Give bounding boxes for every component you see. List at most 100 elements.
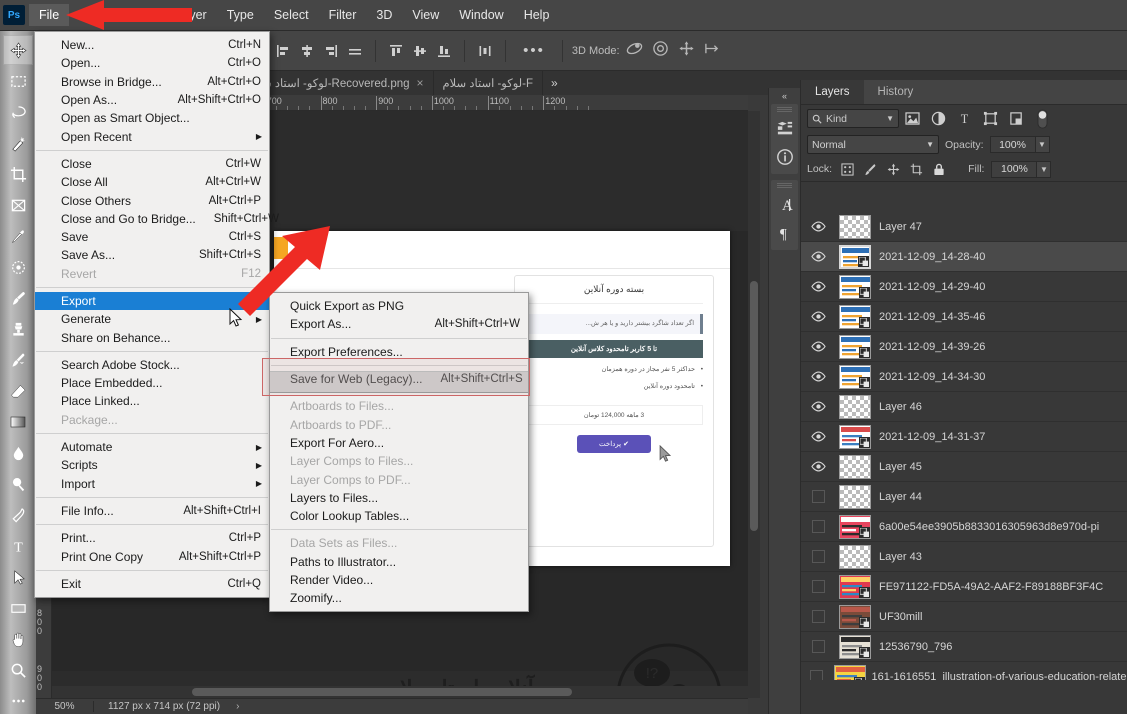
- panel-group-grip[interactable]: [777, 107, 792, 112]
- layer-row[interactable]: Layer 45: [801, 452, 1127, 482]
- layer-thumbnail[interactable]: [835, 274, 875, 299]
- layer-row[interactable]: 2021-12-09_14-31-37: [801, 422, 1127, 452]
- layer-row[interactable]: Layer 44: [801, 482, 1127, 512]
- layer-visibility-toggle[interactable]: [801, 311, 835, 322]
- export-menu-item-color-lookup-tables[interactable]: Color Lookup Tables...: [270, 507, 528, 525]
- layer-row[interactable]: 161-1616551_illustration-of-various-educ…: [801, 662, 1127, 680]
- layer-thumbnail[interactable]: [835, 214, 875, 239]
- panel-group-grip[interactable]: [777, 183, 792, 188]
- lock-nesting-icon[interactable]: [908, 161, 924, 177]
- type-tool[interactable]: T: [3, 531, 33, 561]
- distribute-spacing-icon[interactable]: [474, 40, 496, 62]
- character-panel-icon[interactable]: A: [771, 191, 798, 219]
- file-menu-item-close-all[interactable]: Close All Alt+Ctrl+W: [35, 173, 269, 191]
- layer-row[interactable]: 6a00e54ee3905b8833016305963d8e970d-pi: [801, 512, 1127, 542]
- dodge-tool[interactable]: [3, 469, 33, 499]
- layer-row[interactable]: 12536790_796: [801, 632, 1127, 662]
- eye-icon-off[interactable]: [811, 550, 825, 563]
- layer-name[interactable]: Layer 43: [875, 551, 922, 563]
- file-menu-item-close-others[interactable]: Close Others Alt+Ctrl+P: [35, 191, 269, 209]
- info-panel-icon[interactable]: [771, 143, 798, 171]
- eye-icon-off[interactable]: [811, 640, 825, 653]
- file-menu-item-open[interactable]: Open... Ctrl+O: [35, 54, 269, 72]
- filter-type-icon[interactable]: T: [951, 109, 977, 129]
- layer-name[interactable]: 2021-12-09_14-35-46: [875, 311, 985, 323]
- layer-visibility-toggle[interactable]: [801, 670, 832, 680]
- lock-position-icon[interactable]: [885, 161, 901, 177]
- menu-file[interactable]: File: [29, 3, 70, 27]
- hand-tool[interactable]: [3, 624, 33, 654]
- layer-row[interactable]: 2021-12-09_14-35-46: [801, 302, 1127, 332]
- layer-name[interactable]: 12536790_796: [875, 641, 952, 653]
- edit-toolbar-icon[interactable]: [3, 686, 33, 714]
- eyedropper-tool[interactable]: [3, 221, 33, 251]
- align-top-edges-icon[interactable]: [385, 40, 407, 62]
- marquee-tool[interactable]: [3, 66, 33, 96]
- properties-panel-icon[interactable]: [771, 115, 798, 143]
- align-right-edges-icon[interactable]: [320, 40, 342, 62]
- file-menu-item-close[interactable]: Close Ctrl+W: [35, 155, 269, 173]
- layer-visibility-toggle[interactable]: [801, 461, 835, 472]
- zoom-tool[interactable]: [3, 655, 33, 685]
- layer-thumbnail[interactable]: [835, 634, 875, 659]
- menu-help[interactable]: Help: [514, 4, 560, 27]
- layer-visibility-toggle[interactable]: [801, 371, 835, 382]
- file-menu-item-save[interactable]: Save Ctrl+S: [35, 228, 269, 246]
- layer-name[interactable]: Layer 44: [875, 491, 922, 503]
- export-menu-item-zoomify[interactable]: Zoomify...: [270, 589, 528, 607]
- chevron-down-icon[interactable]: ▼: [926, 140, 934, 149]
- file-menu-item-place-embedded[interactable]: Place Embedded...: [35, 374, 269, 392]
- layer-thumbnail[interactable]: [832, 664, 868, 680]
- layer-row[interactable]: 2021-12-09_14-29-40: [801, 272, 1127, 302]
- file-menu-item-share-on-behance[interactable]: Share on Behance...: [35, 328, 269, 346]
- file-menu-item-close-and-go-to-bridge[interactable]: Close and Go to Bridge... Shift+Ctrl+W: [35, 210, 279, 228]
- menu-select[interactable]: Select: [264, 4, 319, 27]
- file-menu-item-print-one-copy[interactable]: Print One Copy Alt+Shift+Ctrl+P: [35, 547, 269, 565]
- frame-tool[interactable]: [3, 190, 33, 220]
- opacity-stepper-chevron-icon[interactable]: ▼: [1035, 136, 1050, 153]
- file-menu-item-save-as[interactable]: Save As... Shift+Ctrl+S: [35, 246, 269, 264]
- layer-name[interactable]: Layer 47: [875, 221, 922, 233]
- filter-toggle-switch[interactable]: [1029, 108, 1055, 129]
- menu-edit[interactable]: Edit: [69, 4, 111, 27]
- export-menu-item-save-for-web-legacy-[interactable]: Save for Web (Legacy)... Alt+Shift+Ctrl+S: [270, 370, 528, 388]
- layer-visibility-toggle[interactable]: [801, 251, 835, 262]
- export-menu-item-quick-export-as-png[interactable]: Quick Export as PNG: [270, 297, 528, 315]
- eraser-tool[interactable]: [3, 376, 33, 406]
- paragraph-panel-icon[interactable]: ¶: [771, 219, 798, 247]
- menu-filter[interactable]: Filter: [319, 4, 367, 27]
- fill-stepper-chevron-icon[interactable]: ▼: [1037, 160, 1052, 178]
- more-options-icon[interactable]: •••: [515, 42, 553, 59]
- file-menu-item-open-as-smart-object[interactable]: Open as Smart Object...: [35, 109, 269, 127]
- layer-thumbnail[interactable]: [835, 514, 875, 539]
- align-vertical-centers-icon[interactable]: [409, 40, 431, 62]
- zoom-level[interactable]: 50%: [36, 701, 94, 712]
- canvas-vertical-scrollbar[interactable]: [748, 111, 760, 698]
- filter-smart-object-icon[interactable]: [1003, 109, 1029, 129]
- file-menu-item-file-info[interactable]: File Info... Alt+Shift+Ctrl+I: [35, 502, 269, 520]
- layer-visibility-toggle[interactable]: [801, 580, 835, 593]
- 3d-roll-icon[interactable]: [652, 40, 669, 62]
- filter-kind-dropdown[interactable]: Kind ▼: [807, 109, 899, 128]
- menu-layer[interactable]: Layer: [165, 4, 216, 27]
- lock-transparent-pixels-icon[interactable]: [839, 161, 855, 177]
- file-menu-item-place-linked[interactable]: Place Linked...: [35, 392, 269, 410]
- collapse-panels-icon[interactable]: «: [769, 88, 800, 104]
- layer-row[interactable]: Layer 43: [801, 542, 1127, 572]
- chevron-down-icon[interactable]: ▼: [886, 114, 894, 123]
- 3d-pan-icon[interactable]: [678, 40, 695, 62]
- layer-thumbnail[interactable]: [835, 484, 875, 509]
- layer-name[interactable]: 2021-12-09_14-31-37: [875, 431, 985, 443]
- eye-icon-off[interactable]: [809, 670, 823, 680]
- brush-tool[interactable]: [3, 283, 33, 313]
- file-menu-item-export[interactable]: Export ▶: [35, 291, 269, 311]
- layer-thumbnail[interactable]: [835, 454, 875, 479]
- layer-row[interactable]: Layer 47: [801, 212, 1127, 242]
- file-menu-item-browse-in-bridge[interactable]: Browse in Bridge... Alt+Ctrl+O: [35, 73, 269, 91]
- filter-adjustment-icon[interactable]: [925, 109, 951, 129]
- pen-tool[interactable]: [3, 500, 33, 530]
- layer-name[interactable]: 2021-12-09_14-39-26: [875, 341, 985, 353]
- clone-stamp-tool[interactable]: [3, 314, 33, 344]
- layer-visibility-toggle[interactable]: [801, 341, 835, 352]
- lock-image-pixels-icon[interactable]: [862, 161, 878, 177]
